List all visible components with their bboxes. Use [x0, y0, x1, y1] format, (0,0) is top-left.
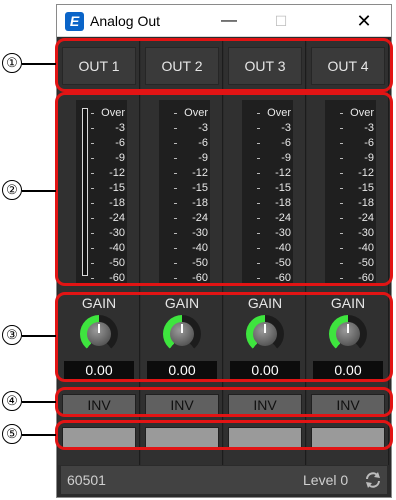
callout-number-3: ③: [2, 325, 22, 345]
minimize-button[interactable]: —: [206, 5, 252, 37]
callout-line-5: [22, 434, 56, 436]
maximize-button[interactable]: ☐: [258, 5, 304, 37]
callout-line-1: [22, 63, 56, 65]
callout-box-1: [55, 38, 393, 92]
callout-box-5: [55, 420, 393, 450]
status-bar: 60501 Level 0: [61, 466, 387, 494]
callout-box-2: [55, 92, 393, 286]
callout-number-5: ⑤: [2, 424, 22, 444]
callout-number-4: ④: [2, 391, 22, 411]
callout-box-3: [55, 292, 393, 382]
callout-number-2: ②: [2, 180, 22, 200]
callout-number-1: ①: [2, 53, 22, 73]
security-level: Level 0: [303, 472, 349, 488]
callout-line-4: [22, 401, 56, 403]
callout-line-3: [22, 335, 56, 337]
window-title: Analog Out: [90, 13, 161, 29]
title-bar: E Analog Out — ☐ ✕: [57, 5, 391, 37]
sync-icon[interactable]: [363, 470, 383, 490]
app-logo-icon: E: [65, 12, 84, 31]
close-button[interactable]: ✕: [341, 5, 387, 37]
callout-line-2: [22, 190, 56, 192]
device-id: 60501: [67, 472, 106, 488]
callout-box-4: [55, 387, 393, 417]
